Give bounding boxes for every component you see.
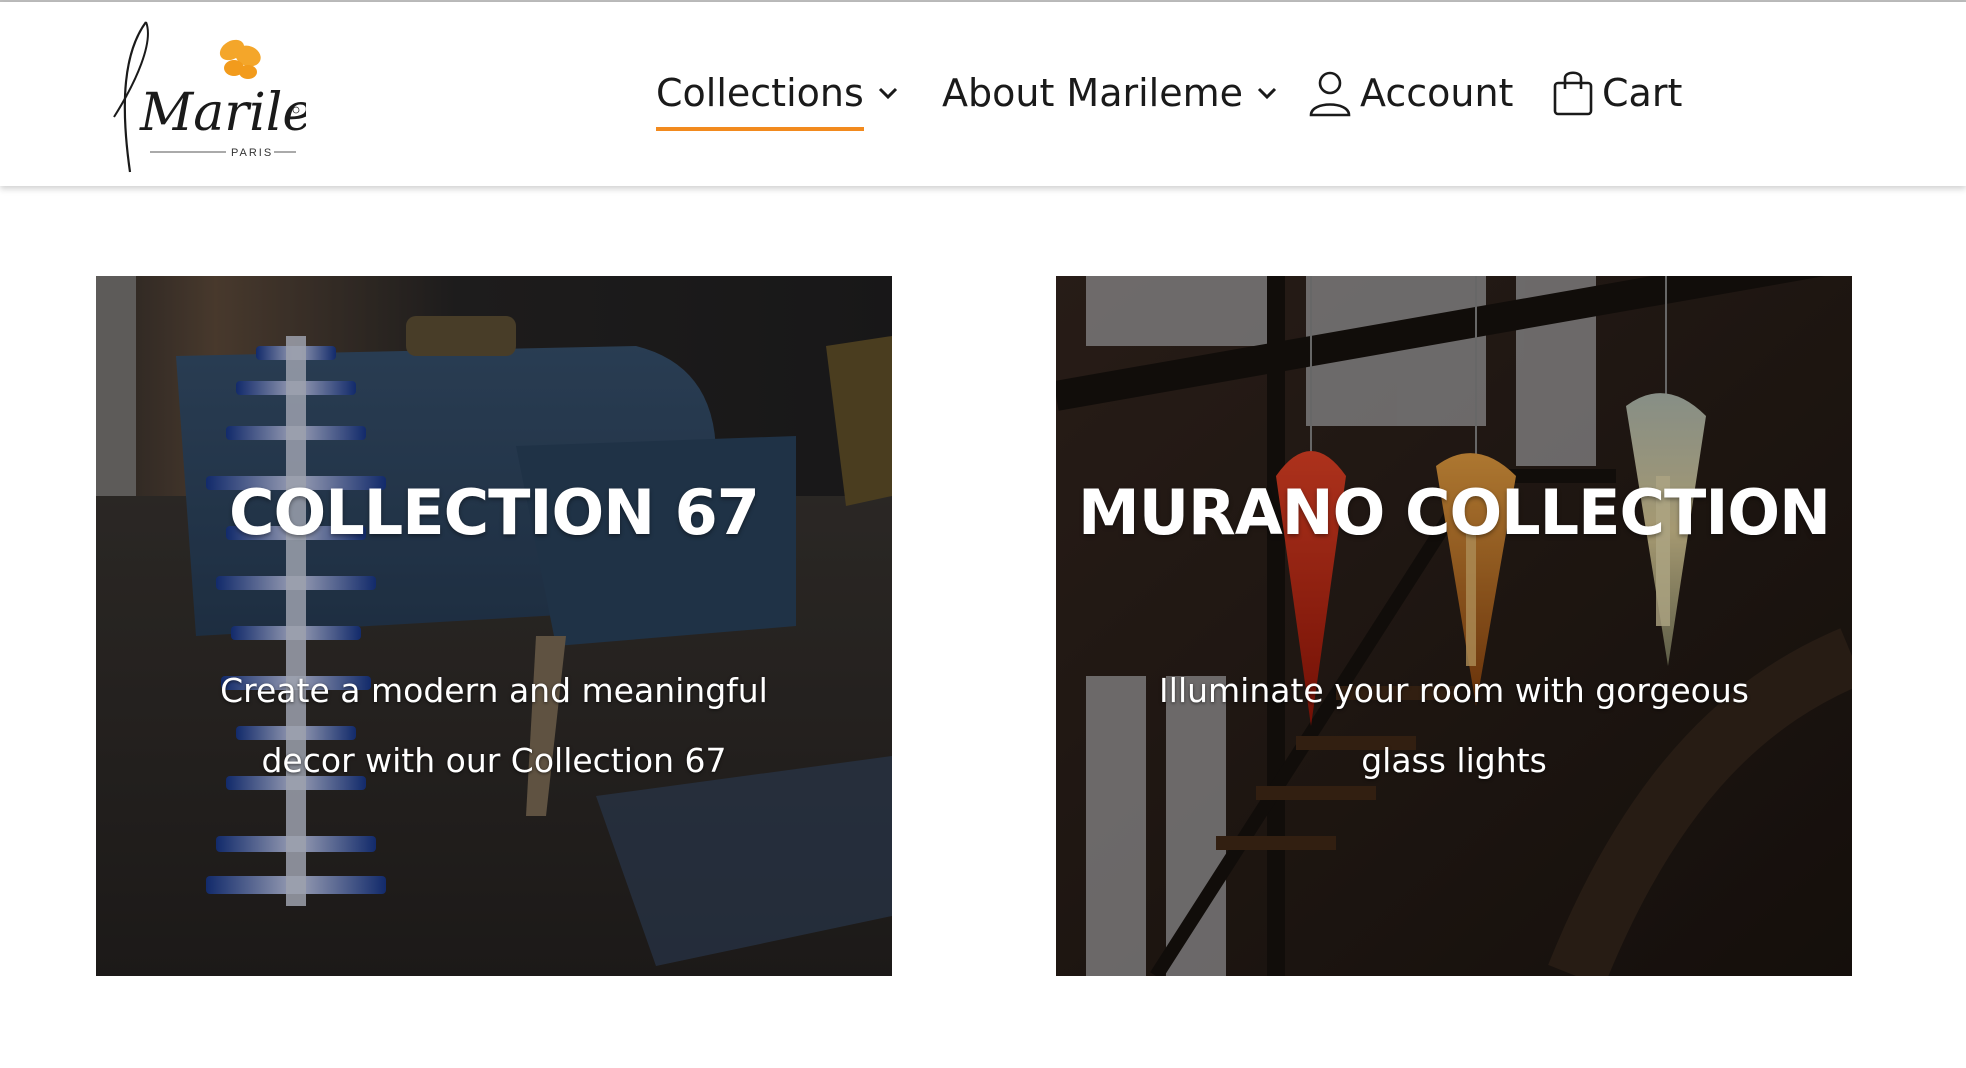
logo-subtext: PARIS [231,147,273,159]
nav-about-label: About Marileme [942,71,1244,115]
nav-account[interactable]: Account [1308,58,1513,128]
chevron-down-icon [876,81,900,105]
murano-collection-card[interactable]: MURANO COLLECTION Illuminate your room w… [1056,276,1852,976]
butterfly-icon [219,39,261,79]
card-overlay [1056,276,1852,976]
nav-collections[interactable]: Collections [656,58,900,131]
nav-cart-label: Cart [1602,71,1683,115]
nav-collections-label: Collections [656,71,864,131]
card-overlay [96,276,892,976]
logo-wordmark: Marileme [139,83,306,143]
shopping-bag-icon [1552,69,1594,117]
collection-67-title: COLLECTION 67 [229,476,760,549]
logo-image: Marileme PARIS [113,21,306,173]
murano-collection-title: MURANO COLLECTION [1078,476,1831,549]
collection-67-card[interactable]: COLLECTION 67 Create a modern and meanin… [96,276,892,976]
murano-collection-subtitle: Illuminate your room with gorgeous glass… [1159,671,1749,780]
brand-logo[interactable]: Marileme PARIS [106,12,306,182]
nav-about[interactable]: About Marileme [942,58,1279,128]
user-icon [1308,69,1352,117]
collection-67-subtitle: Create a modern and meaningful decor wit… [220,671,768,780]
chevron-down-icon [1255,81,1279,105]
site-header: Marileme PARIS Collections About Marilem… [0,2,1966,186]
nav-account-label: Account [1360,71,1514,115]
nav-cart[interactable]: Cart [1552,58,1682,128]
